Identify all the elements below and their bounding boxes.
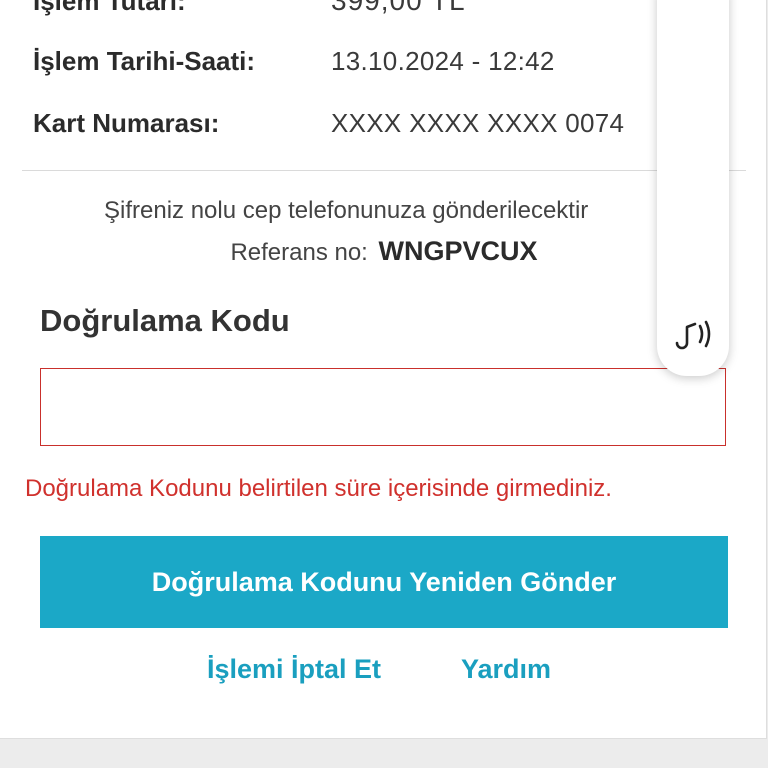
error-message: Doğrulama Kodunu belirtilen süre içerisi… bbox=[25, 475, 612, 502]
card-number-label: Kart Numarası: bbox=[33, 108, 220, 138]
reference-value: WNGPVCUX bbox=[378, 236, 538, 266]
verification-code-input[interactable] bbox=[40, 368, 726, 446]
payment-card: İşlem Tutarı: 399,00 TL İşlem Tarihi-Saa… bbox=[0, 0, 767, 739]
reference-label: Referans no: bbox=[230, 239, 368, 266]
resend-code-button[interactable]: Doğrulama Kodunu Yeniden Gönder bbox=[40, 536, 728, 628]
audio-captcha-icon[interactable] bbox=[671, 316, 717, 352]
date-label: İşlem Tarihi-Saati: bbox=[33, 46, 256, 76]
amount-value: 399,00 TL bbox=[331, 0, 466, 16]
divider bbox=[22, 170, 746, 171]
sms-notice: Şifreniz nolu cep telefonunuza gönderile… bbox=[104, 197, 589, 224]
help-link[interactable]: Yardım bbox=[461, 654, 551, 685]
cancel-transaction-link[interactable]: İşlemi İptal Et bbox=[207, 654, 381, 685]
amount-label: İşlem Tutarı: bbox=[33, 0, 186, 16]
date-value: 13.10.2024 - 12:42 bbox=[331, 46, 555, 76]
floating-audio-panel bbox=[657, 0, 729, 376]
verification-code-title: Doğrulama Kodu bbox=[40, 303, 290, 338]
reference-line: Referans no: WNGPVCUX bbox=[0, 236, 768, 267]
card-number-value: XXXX XXXX XXXX 0074 bbox=[331, 108, 625, 138]
